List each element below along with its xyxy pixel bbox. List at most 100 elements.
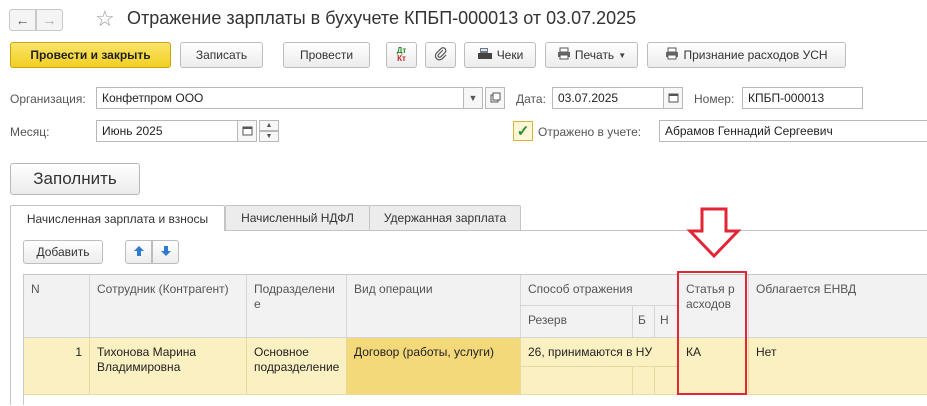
- post-and-close-button[interactable]: Провести и закрыть: [10, 42, 171, 68]
- empty-row-area: [24, 395, 927, 406]
- print-label: Печать: [574, 48, 615, 62]
- post-label: Провести: [299, 48, 354, 62]
- arrow-left-icon: ←: [15, 12, 30, 28]
- header-label: Б: [638, 313, 646, 327]
- arrow-up-icon: [133, 245, 145, 260]
- month-picker-button[interactable]: [237, 120, 257, 142]
- back-button[interactable]: ←: [9, 9, 36, 31]
- tab-label: Удержанная зарплата: [383, 211, 507, 225]
- cash-register-icon: [477, 47, 493, 63]
- header-b[interactable]: Б: [633, 306, 655, 338]
- header-label: Подразделение: [254, 282, 335, 311]
- organization-label: Организация:: [10, 92, 86, 106]
- number-label: Номер:: [694, 92, 735, 106]
- date-field[interactable]: 03.07.2025: [552, 87, 664, 109]
- dt-kt-button[interactable]: Дт Кт: [386, 42, 417, 68]
- organization-field[interactable]: Конфетпром ООО: [96, 87, 464, 109]
- usn-expenses-label: Признание расходов УСН: [683, 48, 828, 62]
- number-field[interactable]: КПБП-000013: [742, 87, 863, 109]
- usn-expenses-button[interactable]: Признание расходов УСН: [647, 42, 846, 68]
- cell-n-short[interactable]: [655, 367, 679, 395]
- tab-accrued-salary[interactable]: Начисленная зарплата и взносы: [10, 205, 225, 231]
- move-up-button[interactable]: [125, 240, 152, 264]
- header-label: Резерв: [528, 313, 567, 327]
- responsible-person-field[interactable]: Абрамов Геннадий Сергеевич: [659, 120, 927, 142]
- add-row-button[interactable]: Добавить: [23, 240, 103, 264]
- attach-button[interactable]: [425, 42, 456, 68]
- checkmark-icon: ✓: [516, 123, 530, 140]
- cell-operation[interactable]: Договор (работы, услуги): [347, 338, 521, 395]
- post-and-close-label: Провести и закрыть: [30, 48, 151, 62]
- chevron-down-icon: ▼: [468, 93, 478, 103]
- print-menu-button[interactable]: Печать ▼: [545, 42, 638, 68]
- annotation-highlight-box: [677, 271, 747, 395]
- cell-n[interactable]: 1: [24, 338, 90, 395]
- header-label: Вид операции: [354, 282, 433, 296]
- dropdown-arrow-icon: ▼: [618, 50, 627, 60]
- cell-value: Договор (работы, услуги): [354, 345, 495, 359]
- cell-b[interactable]: [633, 367, 655, 395]
- printer-icon: [665, 47, 679, 63]
- calendar-icon: [668, 92, 679, 105]
- header-n-short[interactable]: Н: [655, 306, 679, 338]
- cell-value: 1: [75, 345, 82, 359]
- tab-accrued-ndfl[interactable]: Начисленный НДФЛ: [225, 205, 370, 230]
- month-label: Месяц:: [10, 125, 50, 139]
- header-employee[interactable]: Сотрудник (Контрагент): [90, 275, 247, 338]
- header-label: Сотрудник (Контрагент): [97, 282, 229, 296]
- month-down-button[interactable]: ▼: [259, 131, 279, 142]
- cell-reserve[interactable]: [521, 367, 633, 395]
- post-button[interactable]: Провести: [283, 42, 370, 68]
- header-label: N: [31, 282, 40, 296]
- header-label: Н: [660, 313, 669, 327]
- organization-dropdown-button[interactable]: ▼: [463, 87, 483, 109]
- header-label: Облагается ЕНВД: [756, 282, 857, 296]
- header-operation[interactable]: Вид операции: [347, 275, 521, 338]
- cell-value: Основное подразделение: [254, 345, 340, 374]
- cell-value: 26, принимаются в НУ: [528, 345, 653, 359]
- receipts-button[interactable]: Чеки: [464, 42, 536, 68]
- fill-button[interactable]: Заполнить: [10, 163, 140, 195]
- chevron-up-icon: ▲: [265, 122, 273, 129]
- header-reserve[interactable]: Резерв: [521, 306, 633, 338]
- reflected-label: Отражено в учете:: [538, 125, 642, 139]
- open-form-icon: [490, 92, 501, 105]
- date-picker-button[interactable]: [663, 87, 683, 109]
- cell-value: Тихонова Марина Владимировна: [97, 345, 197, 374]
- receipts-label: Чеки: [496, 48, 524, 62]
- fill-label: Заполнить: [33, 169, 117, 188]
- cell-value: Нет: [756, 345, 777, 359]
- cell-envd[interactable]: Нет: [749, 338, 927, 395]
- header-envd[interactable]: Облагается ЕНВД: [749, 275, 927, 338]
- tab-label: Начисленная зарплата и взносы: [26, 211, 209, 226]
- reflected-checkbox[interactable]: ✓: [513, 121, 533, 141]
- date-label: Дата:: [516, 92, 546, 106]
- cell-method[interactable]: 26, принимаются в НУ: [521, 338, 679, 367]
- arrow-right-icon: →: [42, 12, 57, 28]
- annotation-arrow-icon: [686, 207, 742, 259]
- add-label: Добавить: [36, 245, 90, 259]
- header-method[interactable]: Способ отражения: [521, 275, 679, 306]
- chevron-down-icon: ▼: [265, 133, 273, 140]
- printer-icon: [557, 47, 571, 63]
- header-n[interactable]: N: [24, 275, 90, 338]
- save-button[interactable]: Записать: [180, 42, 263, 68]
- move-down-button[interactable]: [152, 240, 179, 264]
- month-up-button[interactable]: ▲: [259, 120, 279, 131]
- favorite-star-icon[interactable]: ☆: [95, 6, 115, 32]
- tab-withheld-salary[interactable]: Удержанная зарплата: [369, 205, 521, 230]
- organization-open-button[interactable]: [485, 87, 505, 109]
- month-field[interactable]: Июнь 2025: [96, 120, 238, 142]
- arrow-down-icon: [160, 245, 172, 260]
- save-label: Записать: [195, 48, 248, 62]
- forward-button[interactable]: →: [36, 9, 63, 31]
- dt-kt-icon: Дт Кт: [396, 46, 407, 63]
- salary-table: N Сотрудник (Контрагент) Подразделение В…: [23, 274, 927, 406]
- header-department[interactable]: Подразделение: [247, 275, 347, 338]
- tab-label: Начисленный НДФЛ: [241, 211, 354, 225]
- cell-department[interactable]: Основное подразделение: [247, 338, 347, 395]
- calendar-icon: [242, 125, 253, 138]
- cell-employee[interactable]: Тихонова Марина Владимировна: [90, 338, 247, 395]
- header-label: Способ отражения: [528, 282, 633, 296]
- paperclip-icon: [434, 46, 448, 64]
